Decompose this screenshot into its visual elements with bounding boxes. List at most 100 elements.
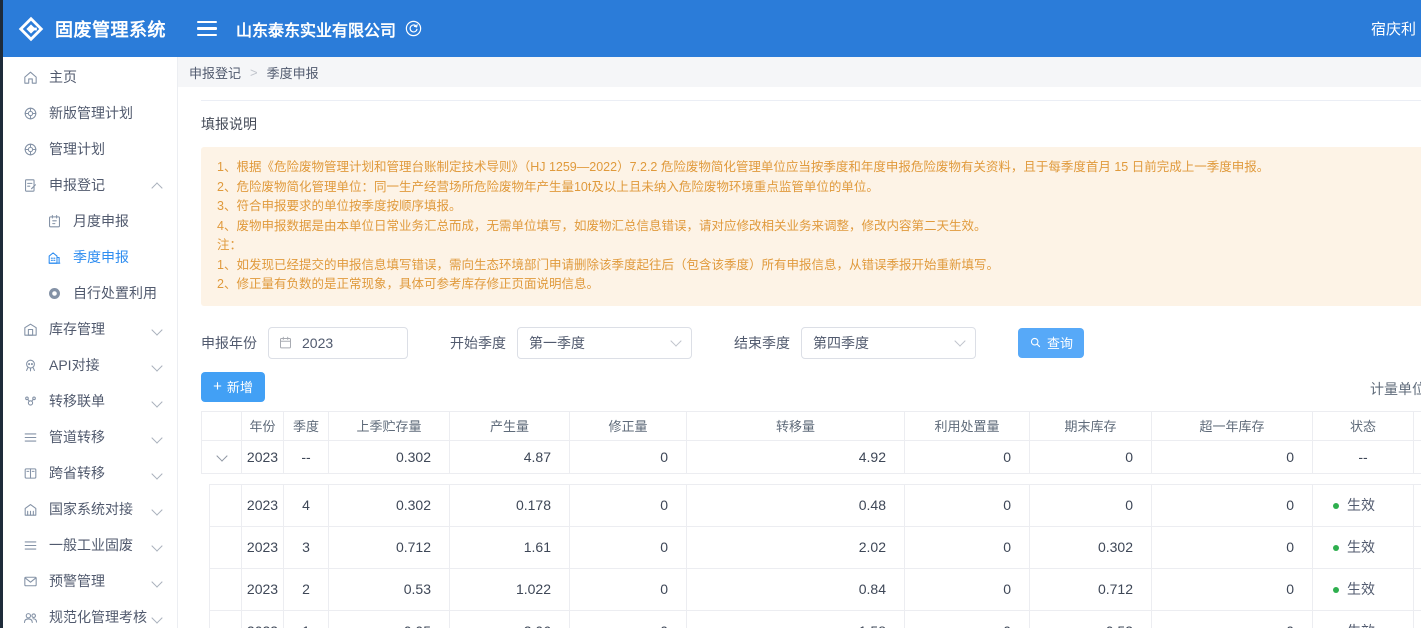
col-expand	[202, 411, 242, 440]
notice-line: 3、符合申报要求的单位按季度按顺序填报。	[217, 197, 1421, 217]
sidebar-item-label: 月度申报	[73, 211, 129, 231]
chevron-down-icon	[151, 360, 162, 371]
cell-prev_storage: 0.05	[329, 610, 450, 628]
unit-label: 计量单位	[1370, 379, 1421, 399]
sidebar-item[interactable]: 国家系统对接	[0, 491, 177, 527]
year-input[interactable]	[300, 334, 396, 352]
content: 填报说明 1、根据《危险废物管理计划和管理台账制定技术导则》（HJ 1259—2…	[178, 100, 1421, 628]
list-icon	[22, 537, 39, 554]
sidebar-item[interactable]: 转移联单	[0, 383, 177, 419]
calendar-icon	[46, 213, 63, 230]
user-name[interactable]: 宿庆利	[1371, 18, 1416, 39]
sidebar-item-label: 国家系统对接	[49, 499, 133, 519]
detail-table: 202340.3020.17800.48000生效202330.7121.610…	[209, 484, 1421, 628]
quarterly-report-panel: 填报说明 1、根据《危险废物管理计划和管理台账制定技术导则》（HJ 1259—2…	[201, 100, 1421, 628]
chevron-down-icon	[954, 335, 965, 346]
refresh-icon[interactable]	[404, 19, 423, 38]
sidebar-item[interactable]: 申报登记	[0, 167, 177, 203]
col-transferred: 转移量	[687, 411, 905, 440]
cell-over_year_stock: 0	[1152, 526, 1313, 568]
table-row: 202320.531.02200.8400.7120生效	[210, 568, 1421, 610]
cell-quarter: 3	[284, 526, 329, 568]
sidebar-item[interactable]: 管理计划	[0, 131, 177, 167]
cell-year: 2023	[242, 440, 284, 473]
cell-disposed: 0	[905, 484, 1030, 526]
api-icon	[22, 357, 39, 374]
sidebar-item[interactable]: 管道转移	[0, 419, 177, 455]
menu-toggle-icon[interactable]	[193, 17, 221, 41]
cell-produced: 1.61	[450, 526, 570, 568]
chevron-down-icon	[670, 335, 681, 346]
gov-icon	[22, 501, 39, 518]
cell-status: --	[1313, 440, 1414, 473]
cell-stub	[1414, 440, 1421, 473]
cell-year: 2023	[242, 568, 284, 610]
plan-icon	[22, 141, 39, 158]
cell-transferred: 0.48	[687, 484, 905, 526]
search-button[interactable]: 查询	[1018, 328, 1084, 358]
sidebar-item[interactable]: 季度申报	[0, 239, 177, 275]
sidebar-item[interactable]: 月度申报	[0, 203, 177, 239]
year-label: 申报年份	[201, 333, 257, 353]
cell-disposed: 0	[905, 440, 1030, 473]
table-area: 年份季度上季贮存量产生量修正量转移量利用处置量期末库存超一年库存状态2023--…	[201, 411, 1421, 628]
report-icon	[22, 177, 39, 194]
sidebar-item[interactable]: 预警管理	[0, 563, 177, 599]
sidebar-item-label: 季度申报	[73, 247, 129, 267]
notice-line: 注：	[217, 236, 1421, 256]
col-status: 状态	[1313, 411, 1414, 440]
sidebar: 主页新版管理计划管理计划申报登记月度申报季度申报自行处置利用库存管理API对接转…	[0, 57, 178, 628]
cell-prev_storage: 0.302	[329, 484, 450, 526]
sidebar-item[interactable]: 跨省转移	[0, 455, 177, 491]
sidebar-item[interactable]: 自行处置利用	[0, 275, 177, 311]
status-dot-icon	[1333, 503, 1339, 509]
breadcrumb-page[interactable]: 季度申报	[267, 63, 319, 82]
sidebar-item[interactable]: 一般工业固废	[0, 527, 177, 563]
chevron-down-icon	[151, 576, 162, 587]
dot-icon	[46, 285, 63, 302]
chevron-up-icon	[151, 182, 162, 193]
breadcrumb-section[interactable]: 申报登记	[189, 63, 241, 82]
sidebar-item-label: 新版管理计划	[49, 103, 133, 123]
expand-row-button[interactable]	[202, 440, 242, 473]
sidebar-item-label: 跨省转移	[49, 463, 105, 483]
end-quarter-select[interactable]: 第四季度	[801, 327, 976, 359]
status-dot-icon	[1333, 587, 1339, 593]
notice-line: 2、修正量有负数的是正常现象，具体可参考库存修正页面说明信息。	[217, 275, 1421, 295]
chevron-down-icon	[216, 450, 227, 461]
col-year: 年份	[242, 411, 284, 440]
plan-icon	[22, 105, 39, 122]
cell-over_year_stock: 0	[1152, 440, 1313, 473]
app-title: 固废管理系统	[55, 16, 166, 42]
sidebar-item[interactable]: 规范化管理考核	[0, 599, 177, 628]
cell-corrected: 0	[570, 568, 687, 610]
cell-transferred: 4.92	[687, 440, 905, 473]
cell-over_year_stock: 0	[1152, 610, 1313, 628]
notice-line: 2、危险废物简化管理单位：同一生产经营场所危险废物年产生量10t及以上且未纳入危…	[217, 178, 1421, 198]
sidebar-item[interactable]: 主页	[0, 59, 177, 95]
col-over_year_stock: 超一年库存	[1152, 411, 1313, 440]
plus-icon: +	[213, 379, 222, 394]
cell-prev_storage: 0.53	[329, 568, 450, 610]
cell-ending_stock: 0.53	[1030, 610, 1152, 628]
cell-stub	[1414, 568, 1421, 610]
cell-corrected: 0	[570, 526, 687, 568]
cell-stub	[1414, 526, 1421, 568]
cell-year: 2023	[242, 610, 284, 628]
cell-transferred: 0.84	[687, 568, 905, 610]
sidebar-item-label: 管道转移	[49, 427, 105, 447]
cell-over_year_stock: 0	[1152, 484, 1313, 526]
start-quarter-select[interactable]: 第一季度	[517, 327, 692, 359]
sidebar-item-label: 预警管理	[49, 571, 105, 591]
transfer-icon	[22, 393, 39, 410]
sidebar-item[interactable]: 库存管理	[0, 311, 177, 347]
cell-disposed: 0	[905, 568, 1030, 610]
chevron-down-icon	[151, 324, 162, 335]
sidebar-item[interactable]: 新版管理计划	[0, 95, 177, 131]
col-quarter: 季度	[284, 411, 329, 440]
breadcrumb: 申报登记 > 季度申报	[178, 57, 1421, 87]
col-corrected: 修正量	[570, 411, 687, 440]
cell-stub	[1414, 610, 1421, 628]
add-button[interactable]: + 新增	[201, 372, 265, 402]
sidebar-item[interactable]: API对接	[0, 347, 177, 383]
